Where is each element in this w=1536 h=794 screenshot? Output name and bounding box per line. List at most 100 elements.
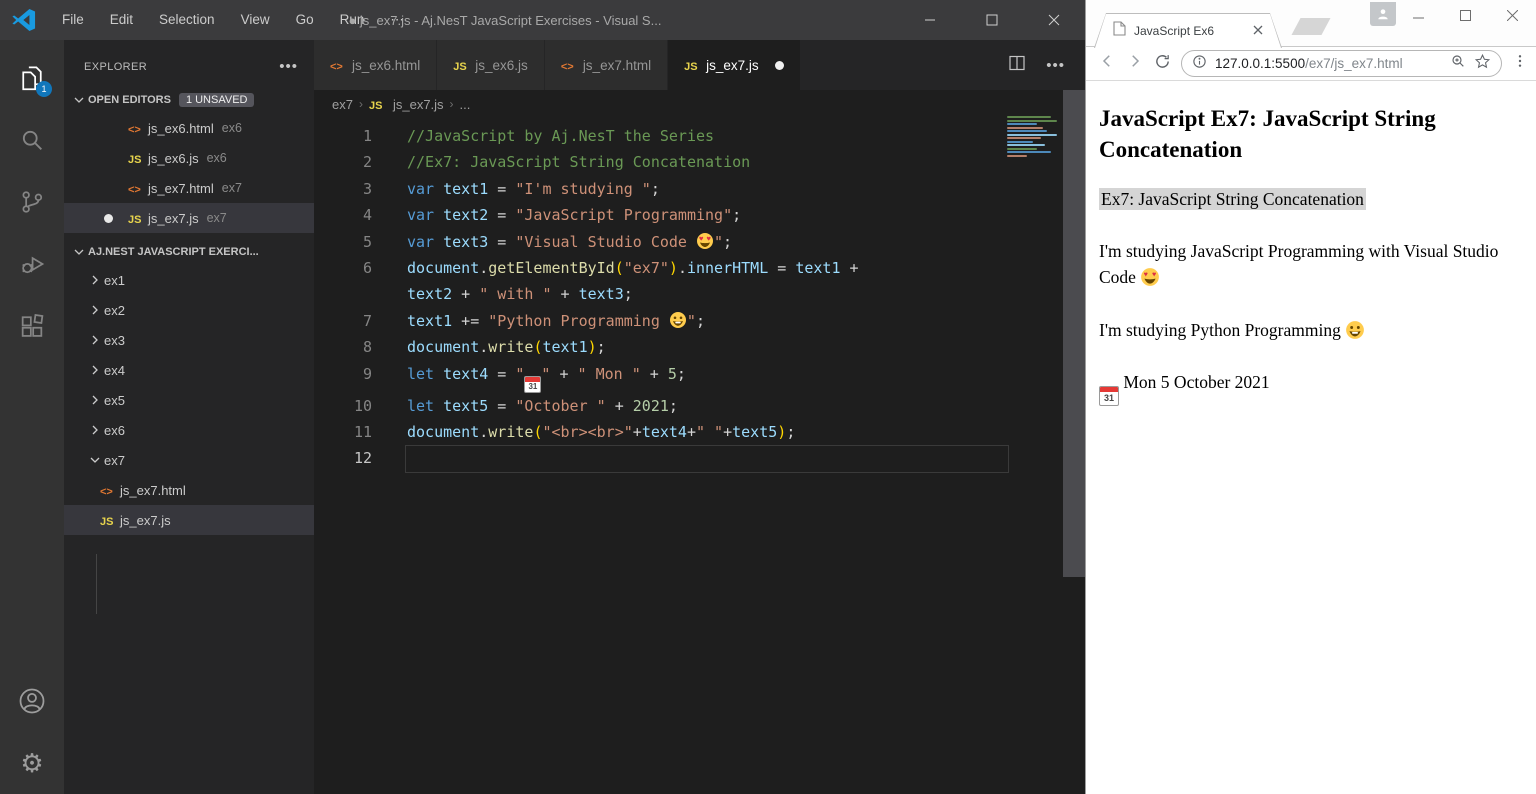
browser-close-button[interactable] — [1489, 0, 1536, 30]
bookmark-star-icon[interactable] — [1474, 53, 1491, 75]
split-editor-icon[interactable] — [1008, 54, 1026, 77]
tree-item-ex1[interactable]: ex1 — [64, 265, 314, 295]
breadcrumb[interactable]: ex7›JSjs_ex7.js›... — [314, 90, 1085, 118]
profile-icon[interactable] — [1370, 2, 1396, 26]
minimap[interactable] — [1005, 114, 1061, 164]
code-line[interactable]: 1//JavaScript by Aj.NesT the Series — [314, 123, 1085, 149]
code-line[interactable]: 2//Ex7: JavaScript String Concatenation — [314, 149, 1085, 175]
account-icon[interactable] — [0, 676, 64, 726]
grin-emoji — [669, 312, 687, 330]
code-line[interactable]: 9let text4 = "31" + " Mon " + 5; — [314, 361, 1085, 393]
editor-more-icon[interactable]: ••• — [1046, 57, 1065, 74]
tab-label: js_ex7.js — [706, 58, 759, 73]
tree-item-ex2[interactable]: ex2 — [64, 295, 314, 325]
open-editor-js_ex7.html[interactable]: <>js_ex7.htmlex7 — [64, 173, 314, 203]
menu-edit[interactable]: Edit — [99, 7, 144, 33]
new-tab-button[interactable] — [1291, 18, 1330, 35]
browser-maximize-button[interactable] — [1442, 0, 1489, 30]
chevron-right-icon — [86, 422, 104, 438]
address-bar[interactable]: 127.0.0.1:5500/ex7/js_ex7.html — [1181, 50, 1502, 77]
code-line[interactable]: 6document.getElementById("ex7").innerHTM… — [314, 255, 1085, 281]
settings-gear-icon[interactable]: ⚙ — [0, 738, 64, 788]
code-line[interactable]: 7text1 += "Python Programming "; — [314, 308, 1085, 334]
file-name: js_ex6.html — [148, 121, 214, 136]
editor-scrollbar[interactable] — [1063, 90, 1085, 577]
code-editor[interactable]: 1//JavaScript by Aj.NesT the Series2//Ex… — [314, 118, 1085, 472]
line-number: 4 — [314, 202, 372, 228]
tree-item-ex5[interactable]: ex5 — [64, 385, 314, 415]
breadcrumb-item[interactable]: ex7 — [332, 97, 353, 112]
menu-file[interactable]: File — [51, 7, 95, 33]
close-button[interactable] — [1023, 0, 1085, 40]
minimize-button[interactable] — [899, 0, 961, 40]
sidebar-more-icon[interactable]: ••• — [279, 58, 298, 75]
back-icon[interactable] — [1098, 52, 1116, 75]
breadcrumb-item[interactable]: js_ex7.js — [393, 97, 444, 112]
code-line[interactable]: 3var text1 = "I'm studying "; — [314, 176, 1085, 202]
tree-item-js_ex7.html[interactable]: <>js_ex7.html — [64, 475, 314, 505]
maximize-button[interactable] — [961, 0, 1023, 40]
forward-icon[interactable] — [1126, 52, 1144, 75]
window-controls — [899, 0, 1085, 40]
url-text[interactable]: 127.0.0.1:5500/ex7/js_ex7.html — [1215, 56, 1442, 71]
code-line[interactable]: 8document.write(text1); — [314, 334, 1085, 360]
code-line[interactable]: 5var text3 = "Visual Studio Code ♥♥"; — [314, 229, 1085, 255]
open-editor-js_ex6.html[interactable]: <>js_ex6.html ex6 — [64, 113, 314, 143]
code-line[interactable]: 12 — [314, 445, 1085, 471]
menu-selection[interactable]: Selection — [148, 7, 226, 33]
line-number: 12 — [314, 445, 372, 471]
run-debug-icon[interactable] — [0, 239, 64, 289]
tab-label: js_ex6.html — [352, 58, 420, 73]
tree-item-label: ex3 — [104, 333, 125, 348]
editor-tab-js_ex6.js[interactable]: JSjs_ex6.js — [437, 40, 545, 90]
reload-icon[interactable] — [1154, 53, 1171, 75]
source-control-icon[interactable] — [0, 177, 64, 227]
open-editor-js_ex7.js[interactable]: JSjs_ex7.jsex7 — [64, 203, 314, 233]
editor-tab-js_ex7.js[interactable]: JSjs_ex7.js — [668, 40, 801, 90]
html-file-icon: <> — [128, 121, 148, 136]
line-number: 8 — [314, 334, 372, 360]
tree-item-ex6[interactable]: ex6 — [64, 415, 314, 445]
grin-emoji — [1345, 320, 1365, 340]
file-folder-hint: ex7 — [207, 211, 227, 225]
extensions-icon[interactable] — [0, 301, 64, 351]
open-editors-list: <>js_ex6.html ex6 JSjs_ex6.jsex6<>js_ex7.h… — [64, 113, 314, 233]
tree-item-ex3[interactable]: ex3 — [64, 325, 314, 355]
js-file-icon: JS — [453, 58, 475, 73]
project-section-header[interactable]: AJ.NEST JAVASCRIPT EXERCI... — [64, 239, 314, 265]
modified-dot-icon[interactable] — [775, 61, 784, 70]
file-folder-hint: ex6 — [222, 121, 242, 135]
breadcrumb-item[interactable]: ... — [460, 97, 471, 112]
explorer-icon[interactable]: 1 — [0, 53, 64, 103]
menu-go[interactable]: Go — [285, 7, 325, 33]
editor-tab-js_ex7.html[interactable]: <>js_ex7.html — [545, 40, 668, 90]
file-name: js_ex7.js — [148, 211, 199, 226]
menu-view[interactable]: View — [230, 7, 281, 33]
svg-text:♥: ♥ — [1152, 271, 1156, 279]
browser-tab[interactable]: JavaScript Ex6 — [1094, 13, 1282, 48]
browser-minimize-button[interactable] — [1395, 0, 1442, 30]
tree-item-ex7[interactable]: ex7 — [64, 445, 314, 475]
chevron-down-icon — [70, 92, 88, 108]
browser-menu-icon[interactable] — [1512, 53, 1528, 74]
tree-item-ex4[interactable]: ex4 — [64, 355, 314, 385]
tab-close-icon[interactable] — [1253, 22, 1263, 40]
open-editor-js_ex6.js[interactable]: JSjs_ex6.jsex6 — [64, 143, 314, 173]
tree-item-label: js_ex7.html — [120, 483, 186, 498]
code-line[interactable]: 4var text2 = "JavaScript Programming"; — [314, 202, 1085, 228]
page-paragraph: I'm studying JavaScript Programming with… — [1099, 238, 1523, 291]
info-icon[interactable] — [1192, 54, 1207, 74]
tree-item-js_ex7.js[interactable]: JSjs_ex7.js — [64, 505, 314, 535]
chevron-down-icon — [86, 452, 104, 468]
html-file-icon: <> — [100, 483, 120, 498]
open-editors-header[interactable]: OPEN EDITORS 1 UNSAVED — [64, 87, 314, 113]
heart-eyes-emoji: ♥♥ — [696, 233, 714, 251]
code-line[interactable]: 10let text5 = "October " + 2021; — [314, 393, 1085, 419]
js-file-icon: JS — [100, 513, 120, 528]
editor-tab-js_ex6.html[interactable]: <>js_ex6.html — [314, 40, 437, 90]
zoom-icon[interactable] — [1450, 53, 1466, 74]
code-line[interactable]: text2 + " with " + text3; — [314, 281, 1085, 307]
search-icon[interactable] — [0, 115, 64, 165]
svg-text:♥: ♥ — [707, 234, 711, 242]
code-line[interactable]: 11document.write("<br><br>"+text4+" "+te… — [314, 419, 1085, 445]
